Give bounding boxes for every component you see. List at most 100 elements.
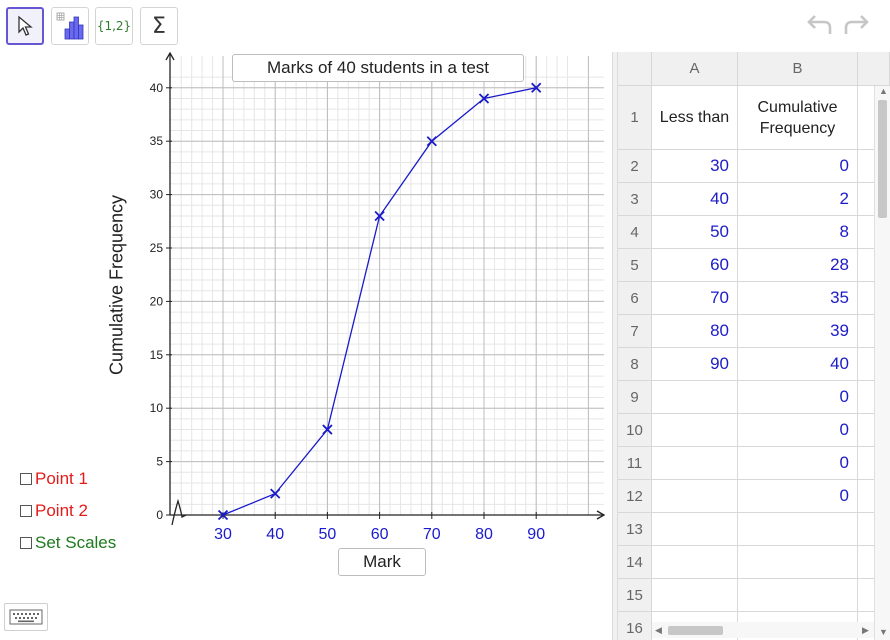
scroll-right-icon[interactable]: ▶ <box>862 625 869 636</box>
checkbox-box[interactable] <box>20 537 32 549</box>
row-header[interactable]: 16 <box>618 612 652 640</box>
spreadsheet-view[interactable]: A B 1 Less than Cumulative Frequency 2 30 0 3 4… <box>618 52 890 640</box>
cell-b[interactable]: Cumulative Frequency <box>738 86 858 150</box>
y-tick-label: 0 <box>156 508 163 522</box>
cell-a[interactable]: 90 <box>652 348 738 381</box>
cell-a[interactable] <box>652 513 738 546</box>
column-header-b[interactable]: B <box>738 52 858 86</box>
sum-tool-button[interactable]: Σ <box>140 7 178 45</box>
checkbox-label: Point 2 <box>35 501 88 520</box>
x-tick-label: 60 <box>371 526 389 543</box>
row-header[interactable]: 5 <box>618 249 652 282</box>
row-header[interactable]: 1 <box>618 86 652 150</box>
set-scales-checkbox[interactable]: Set Scales <box>20 533 116 553</box>
cell-b[interactable]: 35 <box>738 282 858 315</box>
cell-a[interactable]: 60 <box>652 249 738 282</box>
cell-b[interactable]: 2 <box>738 183 858 216</box>
cell-b[interactable]: 28 <box>738 249 858 282</box>
y-tick-label: 25 <box>150 241 164 255</box>
cell-a[interactable] <box>652 381 738 414</box>
row-header[interactable]: 15 <box>618 579 652 612</box>
y-tick-label: 30 <box>150 188 164 202</box>
sum-label: Σ <box>152 13 166 39</box>
chart-title[interactable]: Marks of 40 students in a test <box>232 54 524 82</box>
cell-b[interactable] <box>738 579 858 612</box>
row-header[interactable]: 6 <box>618 282 652 315</box>
cell-b[interactable] <box>738 546 858 579</box>
cell-b[interactable]: 8 <box>738 216 858 249</box>
cell-b[interactable]: 0 <box>738 414 858 447</box>
checkbox-box[interactable] <box>20 473 32 485</box>
y-tick-label: 35 <box>150 134 164 148</box>
keyboard-toggle-button[interactable] <box>4 603 48 631</box>
row-header[interactable]: 8 <box>618 348 652 381</box>
cell-a[interactable]: 50 <box>652 216 738 249</box>
cell-b[interactable] <box>738 513 858 546</box>
column-header-a[interactable]: A <box>652 52 738 86</box>
cell-b[interactable]: 39 <box>738 315 858 348</box>
cell-b[interactable]: 0 <box>738 480 858 513</box>
cell-a[interactable]: Less than <box>652 86 738 150</box>
scroll-down-icon[interactable]: ▼ <box>879 627 888 637</box>
y-tick-label: 5 <box>156 455 163 469</box>
undo-button[interactable] <box>804 14 834 44</box>
toolbar: {1,2} Σ <box>0 0 890 52</box>
row-header[interactable]: 4 <box>618 216 652 249</box>
row-header[interactable]: 14 <box>618 546 652 579</box>
y-tick-label: 40 <box>150 81 164 95</box>
y-tick-label: 15 <box>150 348 164 362</box>
y-tick-label: 10 <box>150 401 164 415</box>
cell-a[interactable] <box>652 414 738 447</box>
x-tick-label: 40 <box>266 526 284 543</box>
keyboard-icon <box>9 609 43 625</box>
scroll-left-icon[interactable]: ◀ <box>655 625 662 636</box>
move-tool-button[interactable] <box>6 7 44 45</box>
x-axis-label[interactable]: Mark <box>338 548 426 576</box>
x-tick-label: 70 <box>423 526 441 543</box>
cell-a[interactable] <box>652 579 738 612</box>
cell-a[interactable]: 40 <box>652 183 738 216</box>
vertical-scrollbar[interactable]: ▲ ▼ <box>874 86 890 640</box>
row-header[interactable]: 2 <box>618 150 652 183</box>
row-header[interactable]: 12 <box>618 480 652 513</box>
row-header[interactable]: 9 <box>618 381 652 414</box>
cell-a[interactable] <box>652 447 738 480</box>
row-header[interactable]: 13 <box>618 513 652 546</box>
create-list-label: {1,2} <box>96 19 132 33</box>
row-header[interactable]: 11 <box>618 447 652 480</box>
redo-arrow-icon <box>844 15 869 34</box>
major-grid <box>170 56 604 515</box>
point2-checkbox[interactable]: Point 2 <box>20 501 88 521</box>
row-header[interactable]: 3 <box>618 183 652 216</box>
create-list-tool-button[interactable]: {1,2} <box>95 7 133 45</box>
cursor-arrow-icon <box>18 15 33 36</box>
cell-b[interactable]: 40 <box>738 348 858 381</box>
horizontal-scrollbar[interactable]: ◀ <box>652 622 874 638</box>
cell-b[interactable]: 0 <box>738 447 858 480</box>
vertical-scroll-thumb[interactable] <box>878 100 887 218</box>
cell-a[interactable]: 70 <box>652 282 738 315</box>
row-header[interactable]: 10 <box>618 414 652 447</box>
x-tick-label: 80 <box>475 526 493 543</box>
undo-arrow-icon <box>807 15 832 34</box>
corner-cell[interactable] <box>618 52 652 86</box>
x-tick-label: 90 <box>527 526 545 543</box>
cell-a[interactable]: 80 <box>652 315 738 348</box>
y-axis-label: Cumulative Frequency <box>106 194 127 376</box>
y-tick-label: 20 <box>150 294 164 308</box>
scroll-up-icon[interactable]: ▲ <box>879 86 888 96</box>
redo-button[interactable] <box>842 14 872 44</box>
histogram-tool-button[interactable] <box>51 7 89 45</box>
row-header[interactable]: 7 <box>618 315 652 348</box>
cell-a[interactable] <box>652 546 738 579</box>
cell-a[interactable]: 30 <box>652 150 738 183</box>
column-header-c[interactable] <box>858 52 890 86</box>
cell-a[interactable] <box>652 480 738 513</box>
checkbox-box[interactable] <box>20 505 32 517</box>
x-tick-label: 50 <box>319 526 337 543</box>
horizontal-scroll-thumb[interactable] <box>668 626 723 635</box>
cell-b[interactable]: 0 <box>738 381 858 414</box>
point1-checkbox[interactable]: Point 1 <box>20 469 88 489</box>
bar-chart-icon <box>56 12 84 40</box>
cell-b[interactable]: 0 <box>738 150 858 183</box>
